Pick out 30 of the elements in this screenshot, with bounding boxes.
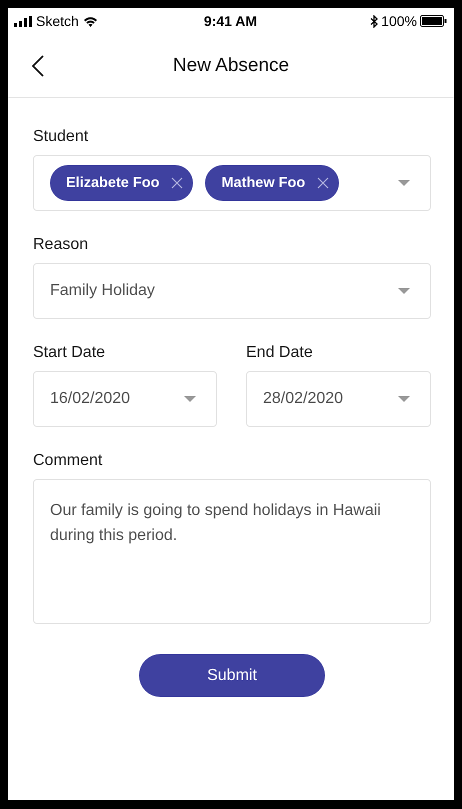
student-chip[interactable]: Mathew Foo — [205, 165, 340, 201]
close-icon — [317, 177, 330, 189]
bluetooth-icon — [370, 14, 378, 28]
field-label: Start Date — [33, 344, 106, 362]
remove-button[interactable] — [171, 177, 184, 189]
status-time: 9:41 AM — [202, 13, 258, 29]
wifi-icon — [82, 16, 98, 26]
dropdown-caret-icon — [398, 288, 410, 294]
date-select[interactable]: 16/02/2020 — [33, 371, 217, 427]
field-label: Reason — [33, 236, 88, 254]
carrier-name: Sketch — [36, 13, 79, 29]
screen-title: New Absence — [172, 54, 290, 76]
reason-select[interactable]: Family Holiday — [33, 263, 431, 319]
dropdown-caret-icon — [184, 396, 196, 402]
student-select[interactable]: Elizabete Foo Mathew Foo — [33, 155, 431, 211]
remove-button[interactable] — [317, 177, 330, 189]
field-label: End Date — [246, 344, 313, 362]
close-icon — [171, 177, 184, 189]
signal-icon — [14, 16, 32, 26]
battery-icon — [420, 15, 447, 27]
date-select[interactable]: 28/02/2020 — [246, 371, 431, 427]
dropdown-caret-icon — [398, 396, 410, 402]
field-label: Student — [33, 128, 88, 146]
comment-field[interactable]: Our family is going to spend holidays in Hawaii during this period. — [33, 479, 431, 624]
submit-button[interactable]: Submit — [139, 654, 325, 697]
field-label: Comment — [33, 452, 102, 470]
back-icon — [32, 54, 44, 76]
dropdown-caret-icon — [398, 180, 410, 186]
student-chip[interactable]: Elizabete Foo — [50, 165, 194, 201]
battery-percent: 100% — [381, 13, 417, 29]
